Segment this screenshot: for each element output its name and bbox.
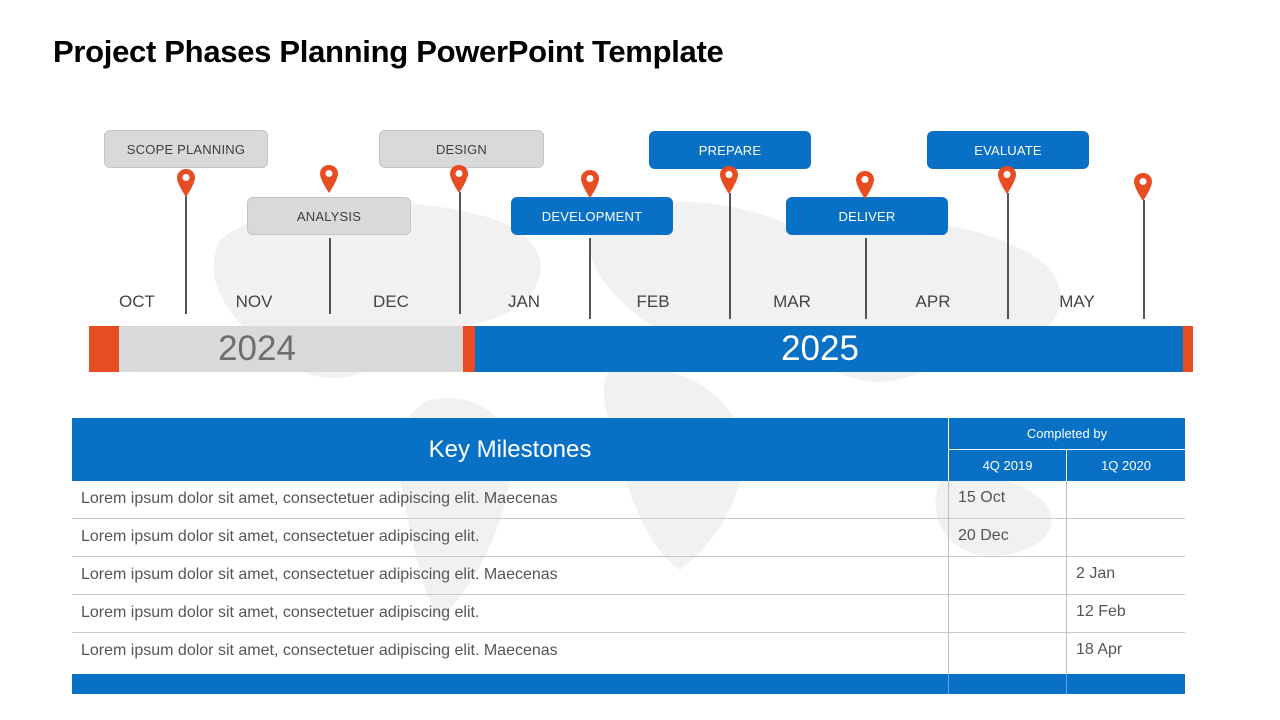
phase-label: ANALYSIS	[296, 208, 362, 224]
month-label: NOV	[235, 292, 273, 311]
timeline-stem	[1143, 200, 1145, 319]
timeline-stem	[459, 192, 461, 314]
month-label: OCT	[119, 292, 155, 311]
map-pin-icon	[581, 170, 599, 198]
month-label: DEC	[373, 292, 409, 311]
table-row: Lorem ipsum dolor sit amet, consectetuer…	[72, 481, 1185, 519]
map-pin-icon	[1134, 173, 1152, 201]
phase-label: DEVELOPMENT	[541, 208, 643, 224]
timeline-stem	[865, 238, 867, 319]
milestone-description: Lorem ipsum dolor sit amet, consectetuer…	[81, 604, 480, 621]
year-bar-start-marker	[89, 326, 119, 372]
milestone-date-q1: 20 Dec	[958, 527, 1009, 544]
table-row: Lorem ipsum dolor sit amet, consectetuer…	[72, 633, 1185, 671]
slide-title: Project Phases Planning PowerPoint Templ…	[53, 34, 724, 69]
year-bar-divider-marker	[463, 326, 475, 372]
year-bar-end-marker	[1183, 326, 1193, 372]
table-title: Key Milestones	[72, 418, 948, 481]
map-pin-icon	[856, 171, 874, 199]
phase-development: DEVELOPMENT	[511, 197, 673, 235]
phase-label: DESIGN	[435, 141, 488, 157]
map-pin-icon	[320, 165, 338, 193]
timeline-stem	[589, 238, 591, 319]
quarter-header: 1Q 2020	[1067, 450, 1185, 481]
milestone-date-q1: 15 Oct	[958, 489, 1006, 506]
phase-deliver: DELIVER	[786, 197, 948, 235]
column-divider	[948, 481, 949, 674]
milestone-description: Lorem ipsum dolor sit amet, consectetuer…	[81, 490, 558, 507]
milestone-description: Lorem ipsum dolor sit amet, consectetuer…	[81, 642, 558, 659]
table-row: Lorem ipsum dolor sit amet, consectetuer…	[72, 557, 1185, 595]
month-label: FEB	[636, 292, 670, 311]
month-label: MAR	[773, 292, 811, 311]
table-row: Lorem ipsum dolor sit amet, consectetuer…	[72, 519, 1185, 557]
table-title-text: Key Milestones	[428, 435, 592, 463]
month-label: APR	[915, 292, 951, 311]
phase-label: DELIVER	[838, 208, 896, 224]
completed-by-header: Completed by	[949, 418, 1185, 449]
column-divider	[1066, 481, 1067, 674]
phase-design: DESIGN	[379, 130, 544, 168]
timeline-stem	[329, 238, 331, 314]
table-footer-bar	[72, 674, 1185, 694]
footer-divider	[948, 674, 949, 694]
timeline-stem	[1007, 193, 1009, 319]
map-pin-icon	[177, 169, 195, 197]
milestone-date-q2: 18 Apr	[1076, 641, 1123, 658]
quarter-header: 4Q 2019	[949, 450, 1066, 481]
milestone-description: Lorem ipsum dolor sit amet, consectetuer…	[81, 566, 558, 583]
phase-label: PREPARE	[698, 142, 762, 158]
map-pin-icon	[720, 166, 738, 194]
milestone-description: Lorem ipsum dolor sit amet, consectetuer…	[81, 528, 480, 545]
table-row: Lorem ipsum dolor sit amet, consectetuer…	[72, 595, 1185, 633]
quarter-header-text: 1Q 2020	[1101, 458, 1151, 473]
year-label-2025: 2025	[781, 329, 859, 368]
map-pin-icon	[450, 165, 468, 193]
timeline-stem	[729, 193, 731, 319]
timeline-stem	[185, 196, 187, 314]
phase-evaluate: EVALUATE	[927, 131, 1089, 169]
phase-label: EVALUATE	[974, 142, 1042, 158]
milestone-date-q2: 12 Feb	[1076, 603, 1126, 620]
completed-by-text: Completed by	[1026, 426, 1108, 441]
footer-divider	[1066, 674, 1067, 694]
map-pin-icon	[998, 166, 1016, 194]
year-label-2024: 2024	[218, 329, 296, 368]
phase-label: SCOPE PLANNING	[126, 141, 246, 157]
phase-analysis: ANALYSIS	[247, 197, 411, 235]
milestone-date-q2: 2 Jan	[1076, 565, 1116, 582]
phase-scope-planning: SCOPE PLANNING	[104, 130, 268, 168]
month-label: MAY	[1059, 292, 1095, 311]
phase-prepare: PREPARE	[649, 131, 811, 169]
month-label: JAN	[507, 292, 541, 311]
quarter-header-text: 4Q 2019	[982, 458, 1033, 473]
